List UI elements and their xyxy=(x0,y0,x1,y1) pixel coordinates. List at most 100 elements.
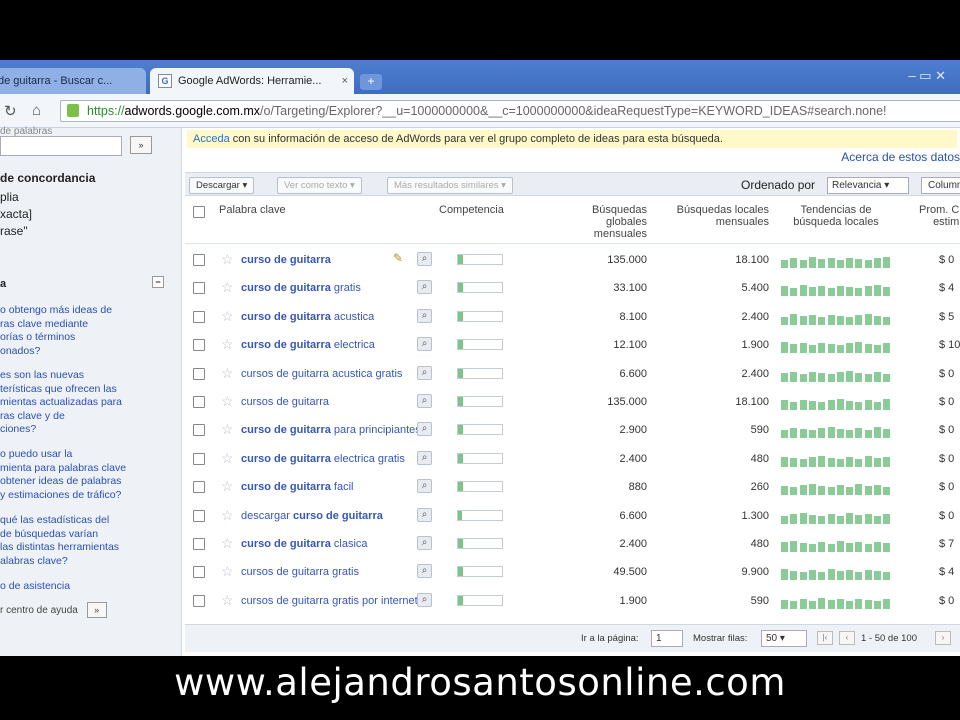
keyword-link[interactable]: cursos de guitarra gratis por internet xyxy=(241,595,418,607)
search-preview-icon[interactable]: ⌕ xyxy=(417,422,432,437)
star-icon[interactable]: ☆ xyxy=(221,563,234,580)
help-link-stats-vary[interactable]: qué las estadísticas del de búsquedas va… xyxy=(0,514,160,568)
star-icon[interactable]: ☆ xyxy=(221,251,234,268)
collapse-icon[interactable]: − xyxy=(152,276,164,288)
row-checkbox[interactable] xyxy=(193,310,205,323)
help-link-more-ideas[interactable]: o obtengo más ideas de ras clave mediant… xyxy=(0,304,160,358)
search-preview-icon[interactable]: ⌕ xyxy=(417,280,432,295)
next-page-icon[interactable]: › xyxy=(935,631,951,645)
row-checkbox[interactable] xyxy=(193,538,205,550)
row-checkbox[interactable] xyxy=(193,481,205,494)
header-global-searches[interactable]: Búsquedas globales mensuales xyxy=(565,204,647,240)
about-data-link[interactable]: Acerca de estos datos xyxy=(841,150,960,164)
star-icon[interactable]: ☆ xyxy=(221,450,234,467)
row-checkbox[interactable] xyxy=(193,339,205,352)
more-like-these-button[interactable]: Más resultados similares ▾ xyxy=(387,177,513,194)
help-link-new-features[interactable]: es son las nuevas terísticas que ofrecen… xyxy=(0,369,160,437)
edit-pencil-icon[interactable]: ✎ xyxy=(393,251,403,265)
header-local-searches[interactable]: Búsquedas locales mensuales xyxy=(649,204,769,228)
trend-bar xyxy=(883,316,891,325)
star-icon[interactable]: ☆ xyxy=(221,279,234,296)
first-page-icon[interactable]: |‹ xyxy=(817,631,833,645)
row-checkbox[interactable] xyxy=(193,566,205,579)
star-icon[interactable]: ☆ xyxy=(221,535,234,552)
notice-login-link[interactable]: Acceda xyxy=(193,133,230,145)
keyword-link[interactable]: curso de guitarra electrica gratis xyxy=(241,453,405,465)
trend-bar xyxy=(855,259,863,268)
star-icon[interactable]: ☆ xyxy=(221,393,234,410)
search-preview-icon[interactable]: ⌕ xyxy=(417,450,432,465)
row-checkbox[interactable] xyxy=(193,254,205,266)
keyword-link[interactable]: curso de guitarra facil xyxy=(241,481,353,493)
row-checkbox[interactable] xyxy=(193,452,205,465)
search-preview-icon[interactable]: ⌕ xyxy=(417,394,432,408)
search-preview-icon[interactable]: ⌕ xyxy=(417,337,432,352)
filter-go-button[interactable]: » xyxy=(130,136,152,154)
keyword-link[interactable]: curso de guitarra electrica xyxy=(241,339,375,351)
star-icon[interactable]: ☆ xyxy=(221,365,234,382)
header-avg-cpc[interactable]: Prom. C estim xyxy=(919,204,959,228)
search-preview-icon[interactable]: ⌕ xyxy=(417,365,432,380)
keyword-link[interactable]: curso de guitarra para principiantes xyxy=(241,424,421,436)
search-preview-icon[interactable]: ⌕ xyxy=(417,252,432,266)
keyword-link[interactable]: cursos de guitarra xyxy=(241,396,329,408)
trend-bar xyxy=(846,487,854,496)
word-filter-input[interactable] xyxy=(0,136,122,156)
window-controls[interactable]: – ▭ ✕ xyxy=(908,68,946,84)
close-tab-icon[interactable]: × xyxy=(342,68,348,94)
prev-page-icon[interactable]: ‹ xyxy=(839,631,855,645)
star-icon[interactable]: ☆ xyxy=(221,336,234,353)
help-link-support[interactable]: o de asistencia xyxy=(0,580,160,594)
header-competition[interactable]: Competencia xyxy=(439,204,504,216)
select-all-checkbox[interactable] xyxy=(193,206,205,218)
url-scheme: https:// xyxy=(87,104,125,118)
trend-bar xyxy=(808,287,816,297)
header-local-trends[interactable]: Tendencias de búsqueda locales xyxy=(777,204,895,228)
keyword-link[interactable]: curso de guitarra gratis xyxy=(241,282,361,294)
keyword-link[interactable]: curso de guitarra acustica xyxy=(241,311,374,323)
keyword-link[interactable]: cursos de guitarra gratis xyxy=(241,566,359,578)
star-icon[interactable]: ☆ xyxy=(221,308,234,325)
view-as-text-button[interactable]: Ver como texto ▾ xyxy=(277,177,362,194)
page-number-input[interactable]: 1 xyxy=(651,630,683,647)
help-center-go-button[interactable]: » xyxy=(86,602,107,618)
star-icon[interactable]: ☆ xyxy=(221,507,234,524)
search-preview-icon[interactable]: ⌕ xyxy=(417,536,432,550)
keyword-link[interactable]: cursos de guitarra acustica gratis xyxy=(241,368,402,380)
search-preview-icon[interactable]: ⌕ xyxy=(417,564,432,579)
match-option-phrase[interactable]: rase" xyxy=(0,224,28,238)
row-checkbox[interactable] xyxy=(193,424,205,437)
notice-text: con su información de acceso de AdWords … xyxy=(229,133,723,145)
download-button[interactable]: Descargar ▾ xyxy=(189,177,255,194)
sort-select[interactable]: Relevancia ▾ xyxy=(827,177,909,194)
new-tab-button[interactable]: + xyxy=(360,74,382,90)
keyword-link[interactable]: curso de guitarra xyxy=(241,254,331,266)
rows-per-page-select[interactable]: 50 ▾ xyxy=(761,630,807,647)
row-checkbox[interactable] xyxy=(193,282,205,295)
search-preview-icon[interactable]: ⌕ xyxy=(417,479,432,494)
match-option-exact[interactable]: xacta] xyxy=(0,207,32,221)
global-searches: 135.000 xyxy=(607,396,647,408)
columns-button[interactable]: Column xyxy=(921,177,960,194)
row-checkbox[interactable] xyxy=(193,509,205,522)
star-icon[interactable]: ☆ xyxy=(221,592,234,609)
search-preview-icon[interactable]: ⌕ xyxy=(417,592,432,607)
star-icon[interactable]: ☆ xyxy=(221,421,234,438)
keyword-link[interactable]: curso de guitarra clasica xyxy=(241,538,368,550)
trend-bar xyxy=(827,258,835,268)
keyword-link[interactable]: descargar curso de guitarra xyxy=(241,510,383,522)
row-checkbox[interactable] xyxy=(193,396,205,408)
tab-google-search[interactable]: de guitarra - Buscar c... xyxy=(0,68,146,94)
header-keyword[interactable]: Palabra clave xyxy=(219,204,286,216)
home-icon[interactable]: ⌂ xyxy=(32,102,41,119)
match-option-broad[interactable]: plia xyxy=(0,190,19,204)
search-preview-icon[interactable]: ⌕ xyxy=(417,507,432,522)
row-checkbox[interactable] xyxy=(193,594,205,607)
help-link-how-to-use[interactable]: o puedo usar la mienta para palabras cla… xyxy=(0,448,160,502)
search-preview-icon[interactable]: ⌕ xyxy=(417,308,432,323)
row-checkbox[interactable] xyxy=(193,367,205,380)
tab-adwords[interactable]: G Google AdWords: Herramie... × xyxy=(150,68,354,94)
star-icon[interactable]: ☆ xyxy=(221,478,234,495)
address-bar[interactable]: https://adwords.google.com.mx/o/Targetin… xyxy=(60,100,960,122)
reload-icon[interactable]: ↻ xyxy=(4,102,17,120)
